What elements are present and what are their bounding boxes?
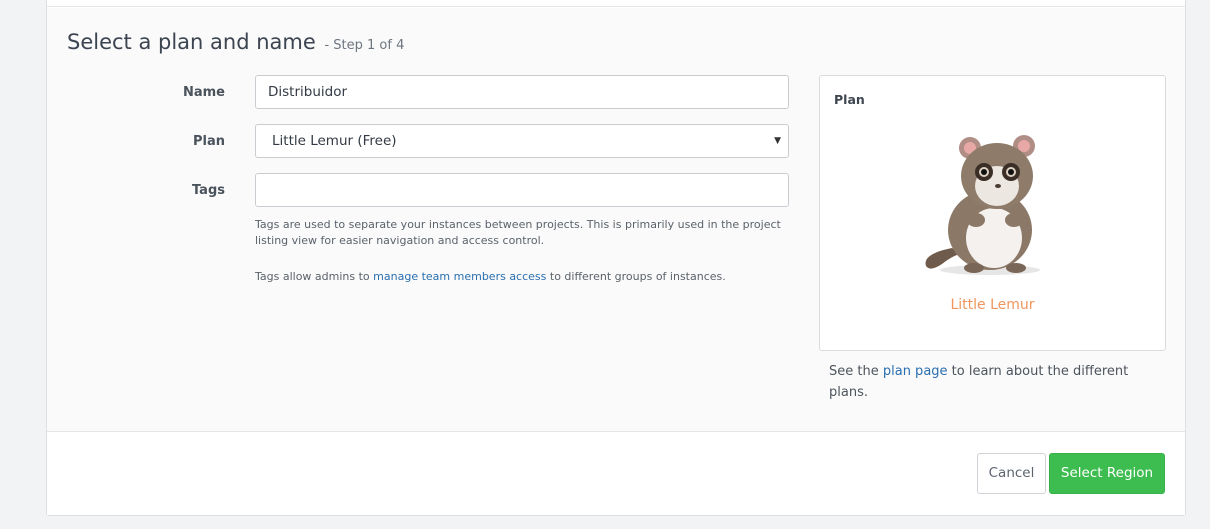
manage-team-access-link[interactable]: manage team members access: [373, 270, 546, 283]
tags-help-access: Tags allow admins to manage team members…: [255, 269, 795, 285]
plan-note: See the plan page to learn about the dif…: [829, 361, 1159, 403]
plan-note-prefix: See the: [829, 364, 883, 379]
card-footer: Cancel Select Region: [47, 433, 1185, 515]
plan-label: Plan: [192, 134, 225, 149]
plan-page-link[interactable]: plan page: [883, 364, 948, 379]
plan-panel-heading: Plan: [834, 92, 865, 107]
tags-label: Tags: [191, 183, 225, 198]
card-body: Select a plan and name - Step 1 of 4 Nam…: [47, 8, 1185, 432]
name-label: Name: [182, 85, 225, 100]
name-input[interactable]: Distribuidor: [255, 75, 789, 109]
tags-help-prefix: Tags allow admins to: [255, 270, 374, 283]
lemur-mascot-icon: [925, 135, 1040, 275]
dropdown-caret-icon: ▼: [774, 136, 781, 146]
plan-select[interactable]: Little Lemur (Free) ▼: [255, 124, 789, 158]
tags-help-suffix: to different groups of instances.: [546, 270, 726, 283]
select-region-button[interactable]: Select Region: [1049, 453, 1165, 494]
tags-help-text: Tags are used to separate your instances…: [255, 218, 781, 247]
tags-input[interactable]: [255, 173, 789, 207]
plan-name: Little Lemur: [950, 297, 1035, 313]
cancel-button[interactable]: Cancel: [977, 453, 1046, 494]
page-title-text: Select a plan and name: [67, 30, 316, 54]
page-title: Select a plan and name - Step 1 of 4: [67, 30, 404, 54]
step-indicator: - Step 1 of 4: [324, 38, 405, 53]
plan-select-value: Little Lemur (Free): [272, 133, 397, 149]
card-top-strip: [47, 0, 1185, 7]
create-instance-card: Select a plan and name - Step 1 of 4 Nam…: [46, 0, 1186, 516]
plan-panel: Plan Little Lemur: [819, 75, 1166, 351]
